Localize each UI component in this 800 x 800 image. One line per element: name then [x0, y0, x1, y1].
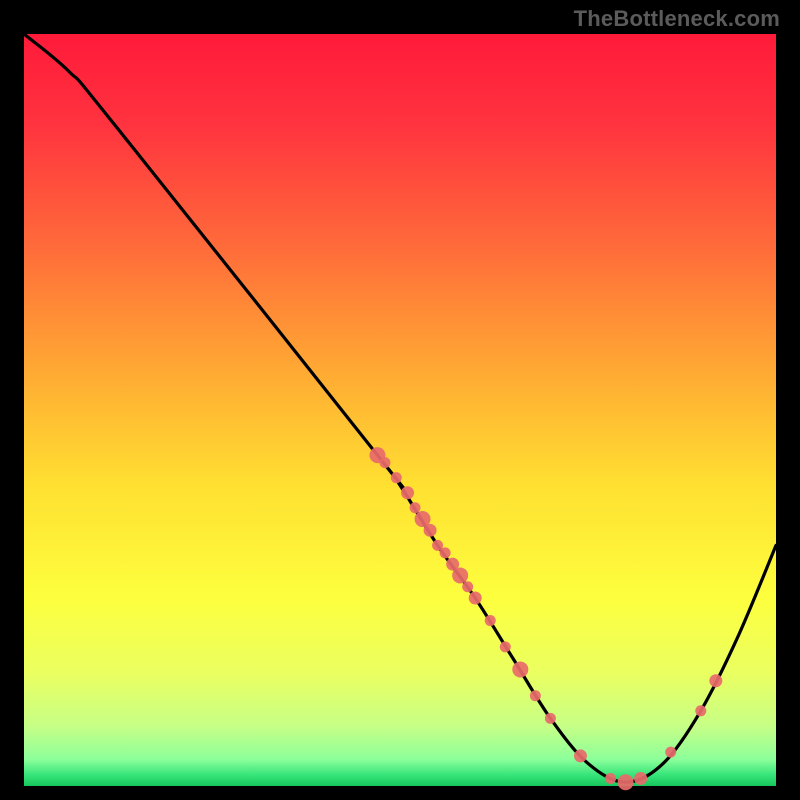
- highlight-dot: [530, 690, 541, 701]
- highlight-dot: [665, 747, 676, 758]
- highlight-dot: [462, 581, 473, 592]
- highlight-dot: [391, 472, 402, 483]
- highlight-dot: [695, 705, 706, 716]
- highlight-dot: [440, 547, 451, 558]
- watermark-text: TheBottleneck.com: [574, 6, 780, 32]
- highlight-dot: [401, 486, 414, 499]
- highlight-dot: [410, 502, 421, 513]
- highlight-dot: [469, 592, 482, 605]
- chart-svg: [24, 34, 776, 786]
- highlight-dot: [424, 524, 437, 537]
- highlight-dot: [545, 713, 556, 724]
- highlight-dot: [574, 749, 587, 762]
- highlight-dots: [369, 447, 722, 790]
- bottleneck-curve: [24, 34, 776, 782]
- highlight-dot: [618, 774, 634, 790]
- chart-frame: [24, 34, 776, 786]
- highlight-dot: [512, 661, 528, 677]
- highlight-dot: [452, 567, 468, 583]
- highlight-dot: [379, 457, 390, 468]
- highlight-dot: [634, 772, 647, 785]
- highlight-dot: [485, 615, 496, 626]
- highlight-dot: [500, 641, 511, 652]
- highlight-dot: [709, 674, 722, 687]
- highlight-dot: [605, 773, 616, 784]
